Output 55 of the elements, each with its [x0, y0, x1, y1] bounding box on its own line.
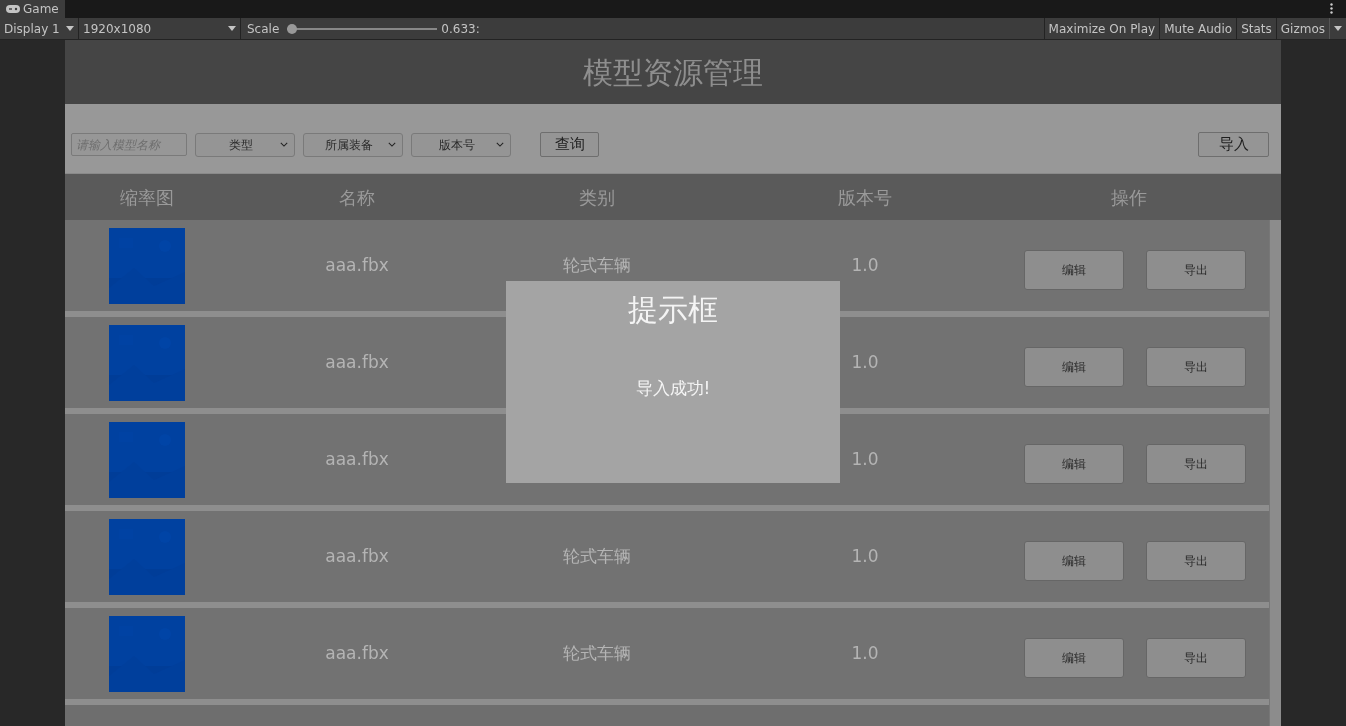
- caret-icon: [496, 142, 504, 147]
- toolbar-toggle[interactable]: Gizmos: [1275, 18, 1329, 39]
- scale-reading: 0.633:: [441, 20, 480, 38]
- table-cell-text: 1.0: [850, 253, 880, 277]
- row-action-button[interactable]: 导出: [1146, 540, 1246, 581]
- table-cell-text: aaa.fbx: [324, 544, 390, 568]
- scale-label: Scale: [247, 20, 280, 38]
- query-button[interactable]: 查询: [540, 132, 599, 157]
- table-cell-text: 1.0: [850, 544, 880, 568]
- toolbar-toggle[interactable]: Stats: [1236, 18, 1276, 39]
- row-action-button[interactable]: 编辑: [1024, 637, 1124, 678]
- row-action-button[interactable]: 编辑: [1024, 540, 1124, 581]
- gamepad-icon: [6, 5, 20, 13]
- table-cell-text: 1.0: [850, 447, 880, 471]
- filter-dropdown[interactable]: 所属装备: [303, 132, 403, 157]
- row-action-button[interactable]: 导出: [1146, 346, 1246, 387]
- table-cell-text: 1.0: [850, 350, 880, 374]
- table-cell-text: aaa.fbx: [324, 447, 390, 471]
- caret-icon: [1334, 26, 1342, 31]
- more-icon[interactable]: [1330, 3, 1333, 14]
- table-cell-text: 轮式车辆: [563, 253, 631, 277]
- column-header: 名称: [338, 185, 376, 210]
- column-header: 操作: [1110, 185, 1148, 210]
- filter-dropdown[interactable]: 类型: [195, 132, 295, 157]
- page-title: 模型资源管理: [583, 53, 763, 92]
- caret-icon: [388, 142, 396, 147]
- row-action-button[interactable]: 导出: [1146, 249, 1246, 290]
- dialog-title: 提示框: [628, 291, 718, 329]
- table-cell-text: 1.0: [850, 641, 880, 665]
- dialog-message: 导入成功!: [635, 377, 711, 400]
- scale-slider[interactable]: [287, 23, 438, 34]
- resolution-dropdown[interactable]: 1920x1080: [79, 18, 241, 39]
- table-cell-text: aaa.fbx: [324, 641, 390, 665]
- import-button[interactable]: 导入: [1198, 132, 1269, 157]
- toolbar-toggle[interactable]: Maximize On Play: [1043, 18, 1160, 39]
- row-action-button[interactable]: 导出: [1146, 637, 1246, 678]
- caret-icon: [228, 26, 236, 31]
- caret-icon: [280, 142, 288, 147]
- table-cell-text: 轮式车辆: [563, 544, 631, 568]
- filter-dropdown[interactable]: 版本号: [411, 132, 511, 157]
- column-header: 缩率图: [119, 185, 175, 210]
- row-action-button[interactable]: 编辑: [1024, 249, 1124, 290]
- caret-icon: [66, 26, 74, 31]
- row-action-button[interactable]: 导出: [1146, 443, 1246, 484]
- scrollbar[interactable]: [1269, 220, 1281, 726]
- toolbar-toggle[interactable]: Mute Audio: [1159, 18, 1237, 39]
- table-cell-text: 轮式车辆: [563, 641, 631, 665]
- table-cell-text: aaa.fbx: [324, 350, 390, 374]
- table-cell-text: aaa.fbx: [324, 253, 390, 277]
- row-action-button[interactable]: 编辑: [1024, 346, 1124, 387]
- display-dropdown[interactable]: Display 1: [0, 18, 79, 39]
- column-header: 类别: [578, 185, 616, 210]
- game-tab[interactable]: Game: [0, 0, 65, 18]
- column-header: 版本号: [837, 185, 893, 210]
- row-action-button[interactable]: 编辑: [1024, 443, 1124, 484]
